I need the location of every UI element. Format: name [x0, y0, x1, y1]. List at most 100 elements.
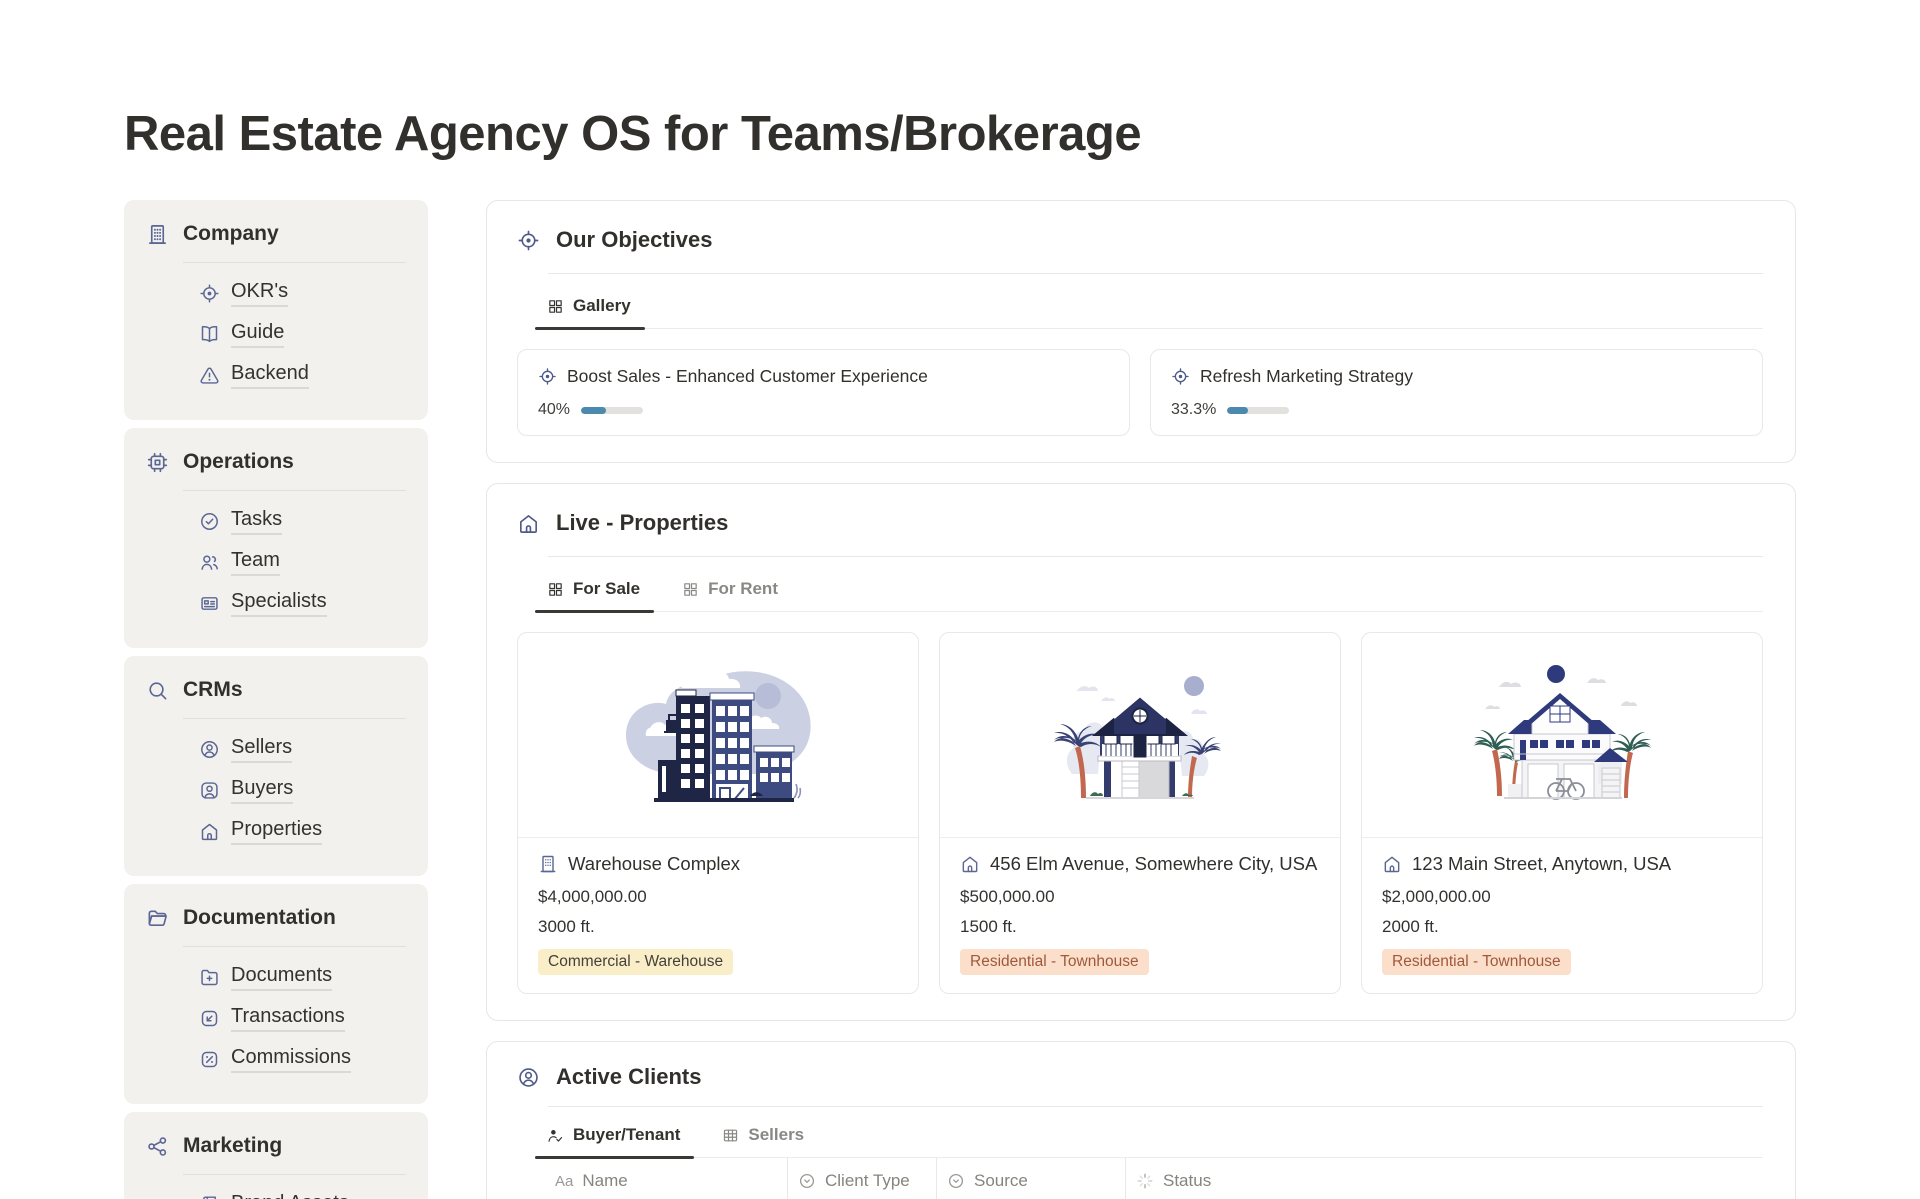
book-icon — [199, 1195, 220, 1199]
objectives-grid: Boost Sales - Enhanced Customer Experien… — [517, 349, 1763, 436]
column-label: Client Type — [825, 1171, 910, 1191]
divider — [183, 946, 406, 947]
sidebar-item-okrs[interactable]: OKR's — [146, 279, 406, 307]
property-title: 123 Main Street, Anytown, USA — [1412, 853, 1671, 875]
sidebar-item-brand-assets[interactable]: Brand Assets — [146, 1191, 406, 1199]
text-icon: Aa — [555, 1173, 573, 1190]
property-area: 2000 ft. — [1382, 917, 1742, 937]
sidebar-item-label: Guide — [231, 321, 284, 348]
progress-bar-fill — [581, 407, 606, 414]
objective-progress-row: 33.3% — [1171, 401, 1742, 419]
tab-sellers[interactable]: Sellers — [720, 1125, 818, 1157]
cpu-icon — [146, 451, 169, 474]
objective-progress-row: 40% — [538, 401, 1109, 419]
grid-icon — [547, 581, 564, 598]
sidebar-item-tasks[interactable]: Tasks — [146, 507, 406, 535]
sidebar-item-commissions[interactable]: Commissions — [146, 1045, 406, 1073]
select-icon — [947, 1172, 965, 1190]
sidebar-section-marketing: Marketing Brand Assets — [124, 1112, 428, 1199]
progress-bar-fill — [1227, 407, 1248, 414]
property-card-456-elm[interactable]: 456 Elm Avenue, Somewhere City, USA $500… — [939, 632, 1341, 994]
tab-label: For Sale — [573, 579, 640, 599]
sidebar-section-company: Company OKR's Guide Backend — [124, 200, 428, 420]
sidebar-section-label: Marketing — [183, 1134, 282, 1158]
card-title: Live - Properties — [556, 510, 728, 536]
column-header-name[interactable]: Aa Name — [545, 1158, 788, 1199]
sidebar-items: Brand Assets — [146, 1191, 406, 1199]
sidebar: Company OKR's Guide Backend — [124, 200, 428, 1199]
home-icon — [199, 821, 220, 842]
column-header-source[interactable]: Source — [937, 1158, 1126, 1199]
sidebar-item-transactions[interactable]: Transactions — [146, 1004, 406, 1032]
objective-title-row: Boost Sales - Enhanced Customer Experien… — [538, 366, 1109, 387]
column-header-client-type[interactable]: Client Type — [788, 1158, 937, 1199]
sidebar-item-properties[interactable]: Properties — [146, 817, 406, 845]
sidebar-item-buyers[interactable]: Buyers — [146, 776, 406, 804]
objective-title: Refresh Marketing Strategy — [1200, 366, 1413, 387]
property-price: $500,000.00 — [960, 887, 1320, 907]
tab-for-rent[interactable]: For Rent — [680, 579, 792, 611]
objective-card[interactable]: Refresh Marketing Strategy 33.3% — [1150, 349, 1763, 436]
book-open-icon — [199, 324, 220, 345]
clients-table-header: Aa Name Client Type Source Status — [545, 1158, 1763, 1199]
sidebar-items: Tasks Team Specialists — [146, 507, 406, 630]
property-illustration-navy-house — [940, 633, 1340, 838]
target-icon — [517, 229, 540, 252]
select-icon — [798, 1172, 816, 1190]
grid-icon — [547, 298, 564, 315]
property-price: $4,000,000.00 — [538, 887, 898, 907]
column-label: Status — [1163, 1171, 1211, 1191]
property-tag: Commercial - Warehouse — [538, 949, 733, 975]
divider — [183, 262, 406, 263]
sidebar-item-documents[interactable]: Documents — [146, 963, 406, 991]
sidebar-item-backend[interactable]: Backend — [146, 361, 406, 389]
property-illustration-white-house — [1362, 633, 1762, 838]
column-header-status[interactable]: Status — [1126, 1158, 1763, 1199]
sidebar-item-guide[interactable]: Guide — [146, 320, 406, 348]
user-circle-icon — [199, 739, 220, 760]
tab-buyer-tenant[interactable]: Buyer/Tenant — [545, 1125, 694, 1157]
check-circle-icon — [199, 511, 220, 532]
home-icon — [1382, 854, 1402, 874]
target-icon — [538, 367, 557, 386]
sidebar-section-documentation: Documentation Documents Transactions Com… — [124, 884, 428, 1104]
home-icon — [960, 854, 980, 874]
property-title-row: 456 Elm Avenue, Somewhere City, USA — [960, 853, 1320, 875]
sidebar-item-specialists[interactable]: Specialists — [146, 589, 406, 617]
divider — [183, 1174, 406, 1175]
property-card-warehouse[interactable]: Warehouse Complex $4,000,000.00 3000 ft.… — [517, 632, 919, 994]
column-label: Source — [974, 1171, 1028, 1191]
sidebar-item-label: Specialists — [231, 590, 327, 617]
clients-tabs: Buyer/Tenant Sellers — [545, 1125, 1763, 1158]
tab-label: Buyer/Tenant — [573, 1125, 680, 1145]
tab-for-sale[interactable]: For Sale — [545, 579, 654, 611]
divider — [548, 1106, 1763, 1107]
sidebar-section-header: Marketing — [146, 1134, 406, 1158]
navy-beach-house-illustration — [1042, 656, 1238, 814]
sidebar-section-label: CRMs — [183, 678, 243, 702]
sidebar-item-team[interactable]: Team — [146, 548, 406, 576]
property-title-row: Warehouse Complex — [538, 853, 898, 875]
live-properties-card: Live - Properties For Sale For Rent — [486, 483, 1796, 1021]
tab-label: For Rent — [708, 579, 778, 599]
progress-percent: 33.3% — [1171, 401, 1216, 419]
property-card-123-main[interactable]: 123 Main Street, Anytown, USA $2,000,000… — [1361, 632, 1763, 994]
sidebar-section-label: Documentation — [183, 906, 336, 930]
property-tag: Residential - Townhouse — [960, 949, 1149, 975]
our-objectives-card: Our Objectives Gallery Boost Sales - Enh… — [486, 200, 1796, 463]
objective-card[interactable]: Boost Sales - Enhanced Customer Experien… — [517, 349, 1130, 436]
objective-title: Boost Sales - Enhanced Customer Experien… — [567, 366, 928, 387]
layout: Company OKR's Guide Backend — [124, 200, 1796, 1199]
tab-gallery[interactable]: Gallery — [545, 296, 645, 328]
sidebar-item-label: Buyers — [231, 777, 293, 804]
target-icon — [1171, 367, 1190, 386]
property-illustration-city — [518, 633, 918, 838]
sidebar-items: Documents Transactions Commissions — [146, 963, 406, 1086]
card-title: Our Objectives — [556, 227, 713, 253]
city-buildings-illustration — [620, 656, 816, 814]
sidebar-item-sellers[interactable]: Sellers — [146, 735, 406, 763]
property-body: 456 Elm Avenue, Somewhere City, USA $500… — [940, 838, 1340, 993]
folder-icon — [146, 907, 169, 930]
property-area: 1500 ft. — [960, 917, 1320, 937]
page-title: Real Estate Agency OS for Teams/Brokerag… — [124, 106, 1796, 162]
